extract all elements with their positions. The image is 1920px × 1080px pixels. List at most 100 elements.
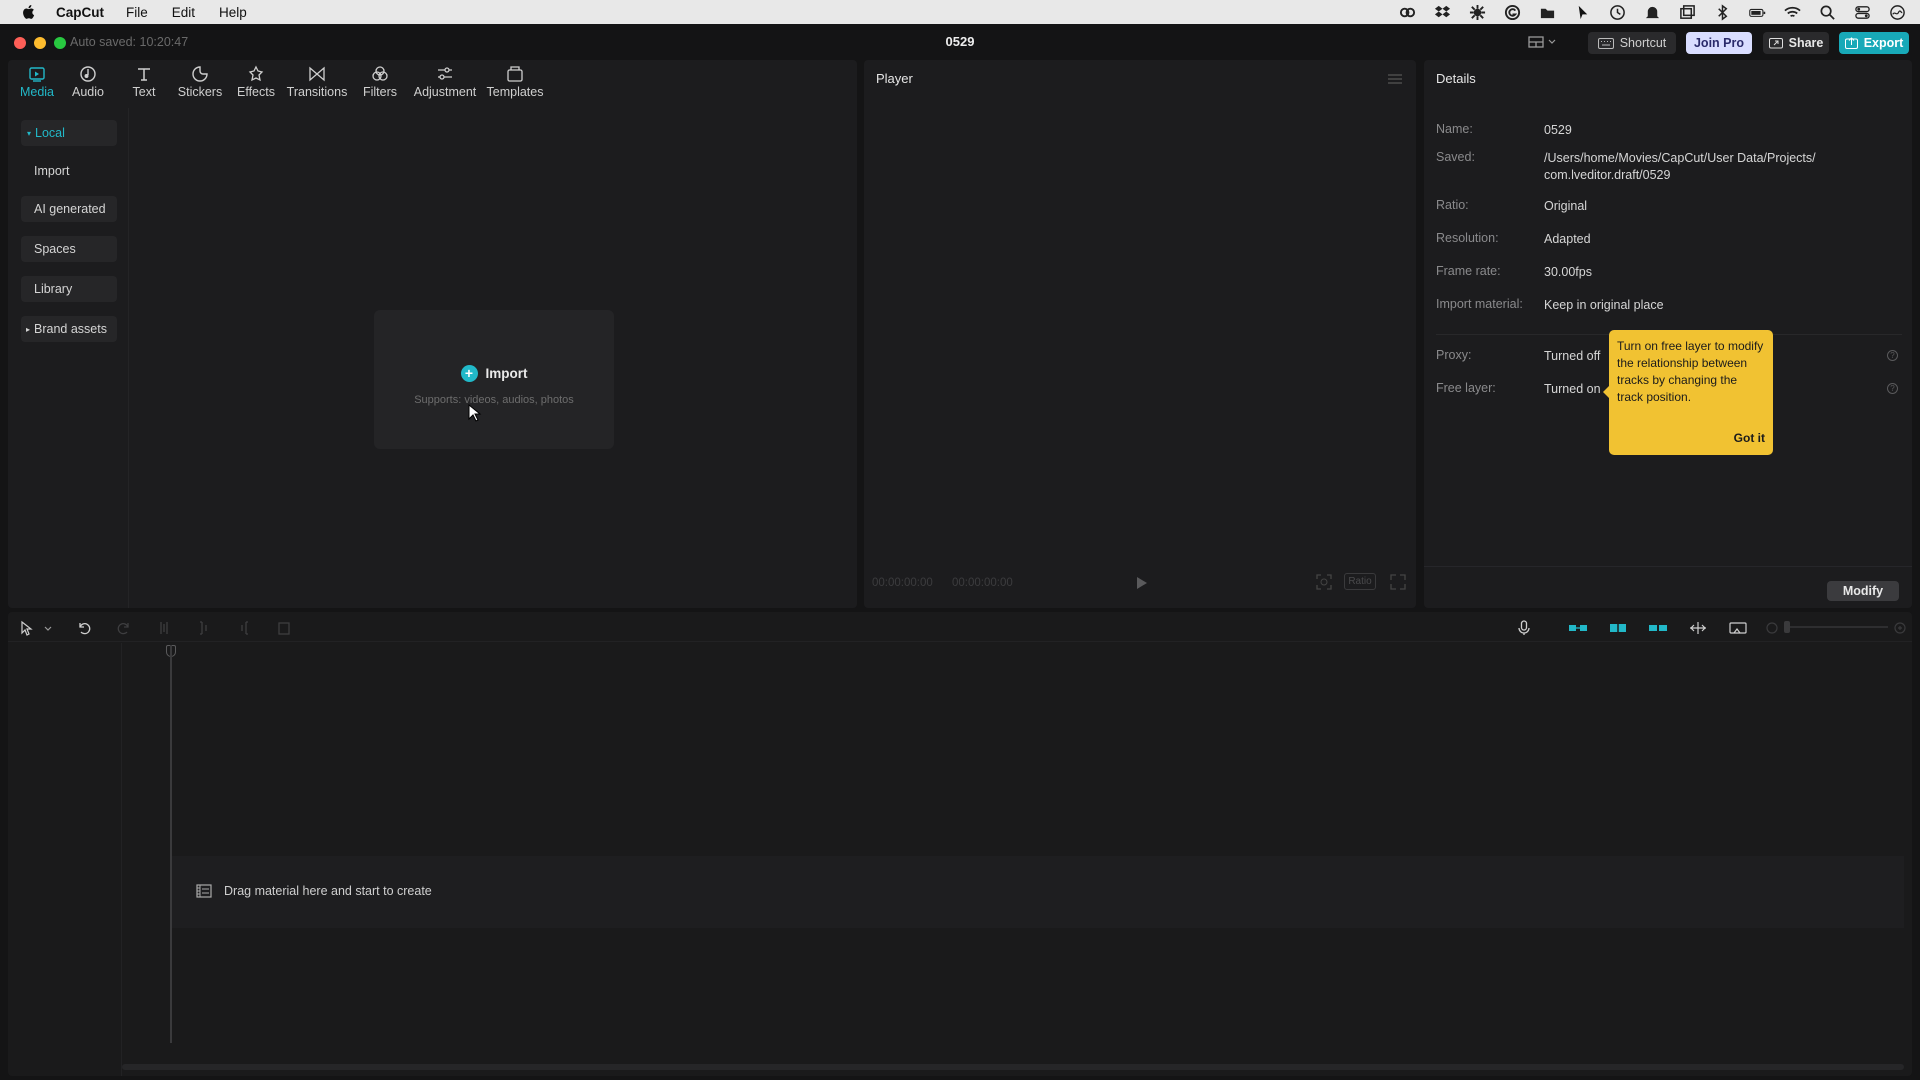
sidebar-item-brand-assets[interactable]: ▸ Brand assets	[21, 316, 117, 342]
zoom-window-button[interactable]	[54, 37, 66, 49]
export-button[interactable]: Export	[1839, 32, 1909, 54]
transitions-icon	[309, 66, 325, 82]
close-window-button[interactable]	[14, 37, 26, 49]
detail-key: Frame rate:	[1436, 264, 1501, 278]
menu-file[interactable]: File	[126, 5, 148, 20]
redo-icon[interactable]	[116, 620, 132, 636]
undo-icon[interactable]	[76, 620, 92, 636]
playhead-line[interactable]	[170, 645, 172, 1043]
share-button[interactable]: Share	[1763, 32, 1829, 54]
tab-adjustment[interactable]: Adjustment	[410, 60, 480, 106]
tab-text[interactable]: Text	[116, 60, 172, 106]
grammarly-icon[interactable]	[1503, 3, 1521, 21]
effects-icon	[248, 65, 264, 82]
tab-templates[interactable]: Templates	[480, 60, 550, 106]
detail-row-resolution: Resolution: Adapted	[1436, 231, 1844, 248]
tab-filters[interactable]: Filters	[350, 60, 410, 106]
folder-icon[interactable]	[1538, 3, 1556, 21]
tab-effects[interactable]: Effects	[228, 60, 284, 106]
battery-icon[interactable]	[1748, 3, 1766, 21]
menu-help[interactable]: Help	[219, 5, 247, 20]
sidebar-item-ai-generated[interactable]: AI generated	[21, 196, 117, 222]
menu-icon[interactable]	[1388, 74, 1402, 84]
main-track-magnet-icon[interactable]	[1568, 620, 1588, 636]
sidebar-item-local[interactable]: ▾ Local	[21, 120, 117, 146]
tab-transitions[interactable]: Transitions	[284, 60, 350, 106]
mouse-cursor-icon	[468, 404, 482, 422]
caret-down-icon: ▾	[27, 128, 32, 138]
film-icon	[196, 884, 212, 898]
proxy-info-icon[interactable]: ?	[1887, 350, 1898, 361]
wifi-icon[interactable]	[1783, 3, 1801, 21]
tab-media[interactable]: Media	[14, 60, 60, 106]
ratio-button[interactable]: Ratio	[1344, 573, 1376, 590]
detail-key: Ratio:	[1436, 198, 1469, 212]
timeline-horizontal-scrollbar[interactable]	[122, 1064, 1904, 1070]
layout-button[interactable]	[1528, 33, 1564, 51]
auto-snap-icon[interactable]	[1608, 620, 1628, 636]
microphone-icon[interactable]	[1516, 620, 1532, 636]
import-button[interactable]: + Import	[374, 365, 614, 382]
clock-icon[interactable]	[1608, 3, 1626, 21]
player-current-time: 00:00:00:00	[872, 577, 933, 589]
shortcut-button[interactable]: Shortcut	[1588, 32, 1676, 54]
settings-gear-icon[interactable]	[1468, 3, 1486, 21]
window-icon[interactable]	[1678, 3, 1696, 21]
tab-stickers[interactable]: Stickers	[172, 60, 228, 106]
tab-transitions-label: Transitions	[286, 85, 348, 99]
search-icon[interactable]	[1818, 3, 1836, 21]
modify-button[interactable]: Modify	[1827, 581, 1899, 601]
free-layer-info-icon[interactable]: ?	[1887, 383, 1898, 394]
zoom-slider-track[interactable]	[1788, 626, 1888, 628]
sidebar-item-library[interactable]: Library	[21, 276, 117, 302]
bluetooth-icon[interactable]	[1713, 3, 1731, 21]
select-tool-icon[interactable]	[18, 620, 34, 636]
control-center-icon[interactable]	[1853, 3, 1871, 21]
media-sidebar: ▾ Local Import AI generated Spaces Librar…	[8, 108, 129, 608]
layout-icon	[1528, 36, 1544, 48]
sidebar-item-import[interactable]: Import	[21, 158, 117, 184]
tab-templates-label: Templates	[486, 85, 544, 99]
zoom-in-icon[interactable]	[1892, 620, 1908, 636]
shortcut-label: Shortcut	[1619, 36, 1667, 50]
apple-icon[interactable]	[20, 3, 38, 21]
tab-text-label: Text	[132, 85, 156, 99]
detail-row-import-material: Import material: Keep in original place	[1436, 297, 1844, 314]
linkage-icon[interactable]	[1648, 620, 1668, 636]
siri-icon[interactable]	[1888, 3, 1906, 21]
title-bar: Auto saved: 10:20:47 0529 Shortcut Join …	[0, 24, 1920, 60]
notifications-icon[interactable]	[1643, 3, 1661, 21]
preview-axis-icon[interactable]	[1688, 620, 1708, 636]
zoom-out-icon[interactable]	[1764, 620, 1780, 636]
player-duration: 00:00:00:00	[952, 577, 1013, 589]
delete-left-icon[interactable]	[196, 620, 212, 636]
play-icon[interactable]	[1136, 576, 1148, 590]
cursor-icon[interactable]	[1573, 3, 1591, 21]
tab-stickers-label: Stickers	[177, 85, 223, 99]
dropbox-icon[interactable]	[1433, 3, 1451, 21]
detail-key: Import material:	[1436, 297, 1523, 311]
audio-icon	[80, 66, 96, 82]
fullscreen-icon[interactable]	[1390, 574, 1406, 590]
sidebar-item-spaces[interactable]: Spaces	[21, 236, 117, 262]
split-icon[interactable]	[156, 620, 172, 636]
fit-screen-icon[interactable]	[1316, 574, 1332, 590]
delete-right-icon[interactable]	[236, 620, 252, 636]
import-dropzone[interactable]: + Import Supports: videos, audios, photo…	[374, 310, 614, 449]
minimize-window-button[interactable]	[34, 37, 46, 49]
thumbnail-icon[interactable]	[1728, 620, 1748, 636]
menu-edit[interactable]: Edit	[172, 5, 195, 20]
media-icon	[29, 67, 45, 82]
tab-audio[interactable]: Audio	[60, 60, 116, 106]
caret-right-icon: ▸	[26, 324, 31, 334]
join-pro-button[interactable]: Join Pro	[1686, 32, 1752, 54]
delete-icon[interactable]	[276, 620, 292, 636]
zoom-slider-handle[interactable]	[1784, 621, 1790, 633]
creative-cloud-icon[interactable]	[1398, 3, 1416, 21]
timeline-empty-hint-text: Drag material here and start to create	[224, 884, 432, 898]
player-panel: Player 00:00:00:00 00:00:00:00 Ratio	[864, 60, 1416, 608]
chevron-down-icon[interactable]	[40, 620, 52, 636]
sidebar-item-label: Brand assets	[34, 322, 107, 336]
got-it-button[interactable]: Got it	[1734, 430, 1765, 447]
menu-app-name[interactable]: CapCut	[56, 5, 104, 20]
